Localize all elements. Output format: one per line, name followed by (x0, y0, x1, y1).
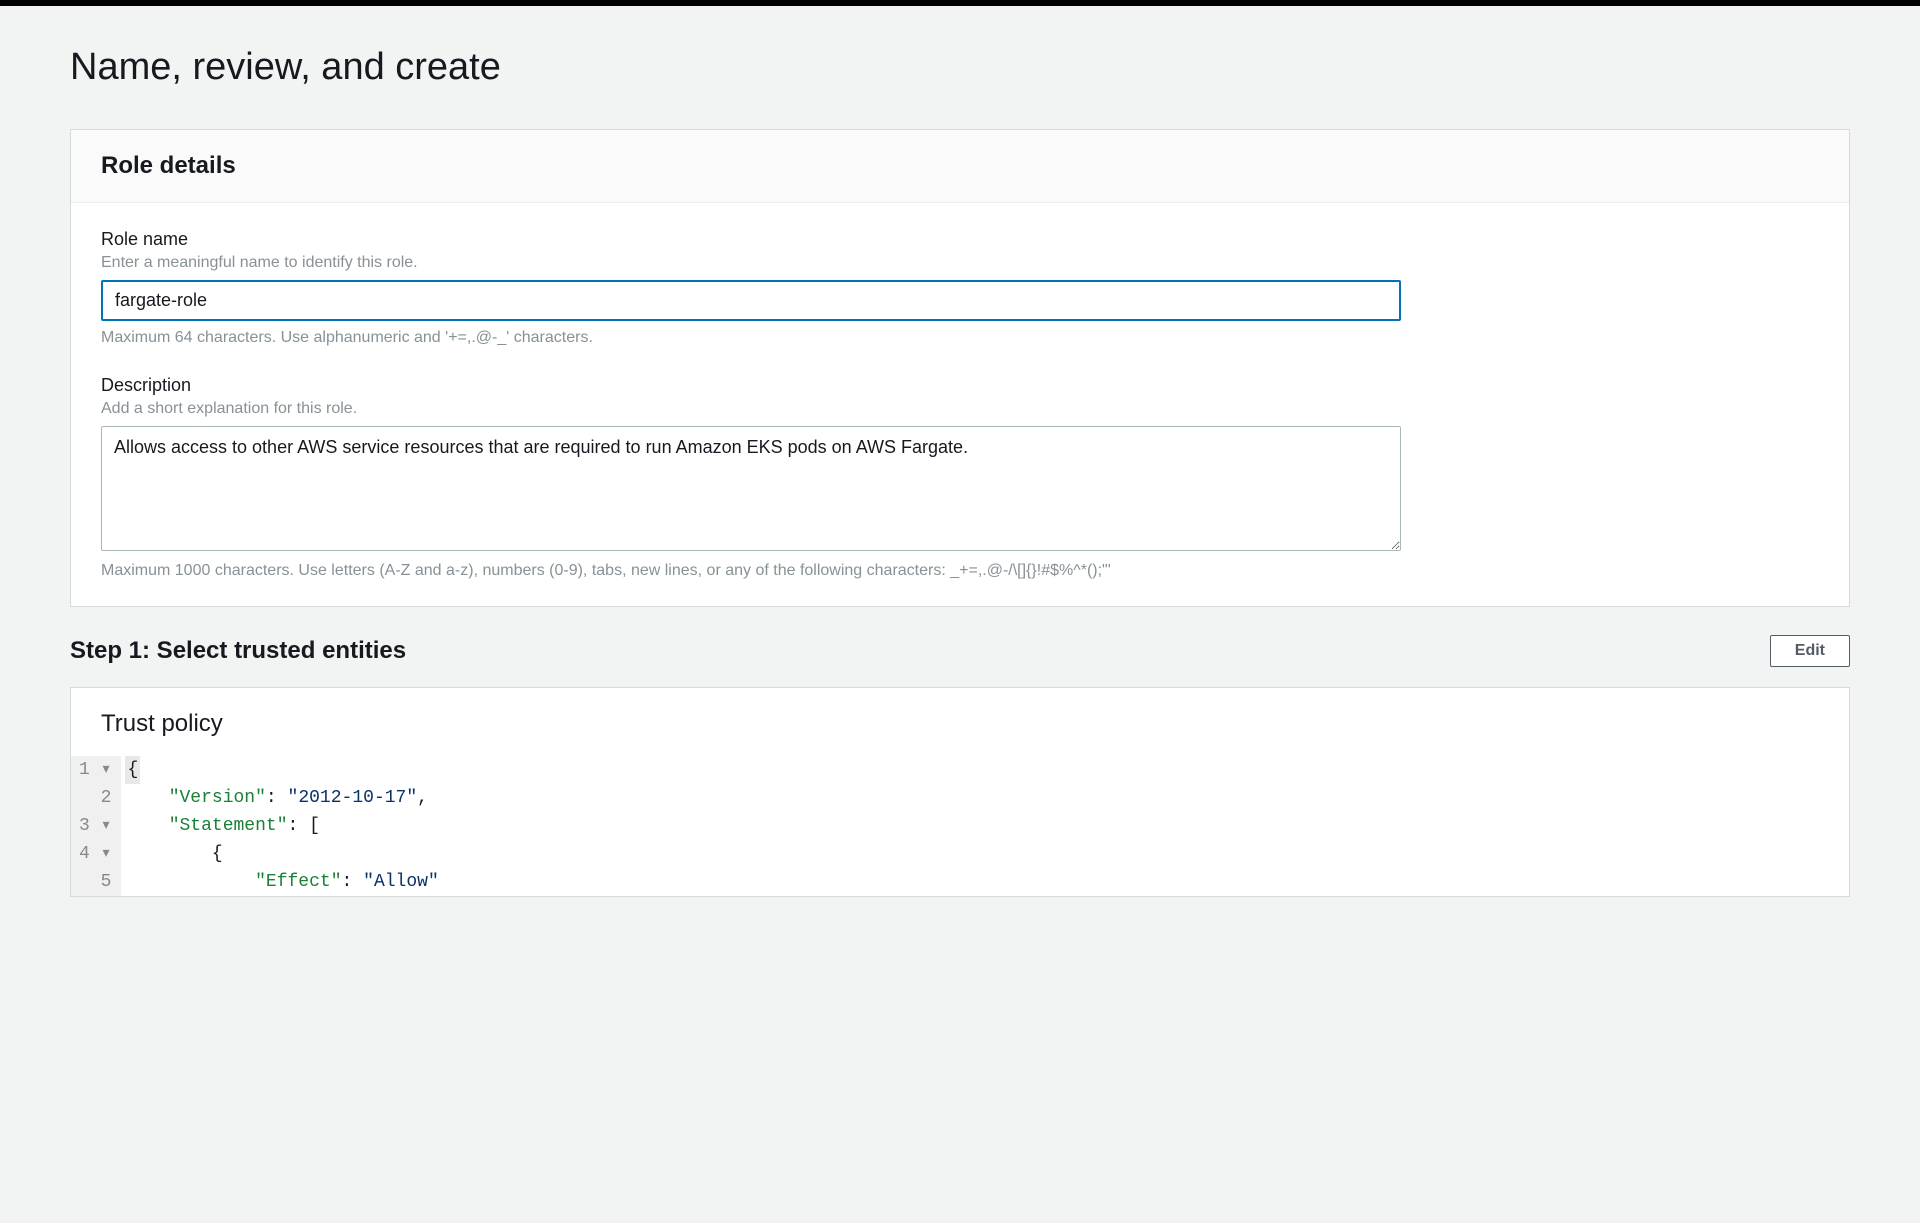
gutter-line-5: 5 (79, 868, 113, 896)
code-token: "Statement" (169, 816, 288, 836)
code-token: "Allow" (363, 872, 439, 892)
role-details-title: Role details (101, 152, 1819, 180)
step1-header-row: Step 1: Select trusted entities Edit (70, 635, 1850, 667)
edit-button[interactable]: Edit (1770, 635, 1850, 667)
description-label: Description (101, 375, 1819, 396)
role-name-constraint: Maximum 64 characters. Use alphanumeric … (101, 329, 1819, 347)
code-token: { (127, 760, 138, 780)
gutter-line-3: 3 ▾ (79, 812, 113, 840)
code-token: [ (309, 816, 320, 836)
code-content[interactable]: { "Version": "2012-10-17", "Statement": … (121, 756, 438, 896)
description-hint: Add a short explanation for this role. (101, 400, 1819, 418)
code-token: , (417, 788, 428, 808)
role-name-hint: Enter a meaningful name to identify this… (101, 254, 1819, 272)
gutter-line-1: 1 ▾ (79, 756, 113, 784)
code-token: "Effect" (255, 872, 341, 892)
step1-title: Step 1: Select trusted entities (70, 637, 406, 665)
code-token: : (266, 788, 277, 808)
role-details-body: Role name Enter a meaningful name to ide… (71, 203, 1849, 606)
role-name-input[interactable] (101, 280, 1401, 321)
code-token: { (212, 844, 223, 864)
role-name-label: Role name (101, 229, 1819, 250)
trust-policy-panel: Trust policy 1 ▾ 2 3 ▾ 4 ▾ 5 { "Version"… (70, 687, 1850, 897)
description-textarea[interactable] (101, 426, 1401, 551)
page-title: Name, review, and create (70, 46, 1850, 89)
role-name-group: Role name Enter a meaningful name to ide… (101, 229, 1819, 347)
description-group: Description Add a short explanation for … (101, 375, 1819, 580)
code-token: : (342, 872, 353, 892)
trust-policy-title: Trust policy (101, 710, 1819, 738)
code-token: "Version" (169, 788, 266, 808)
role-details-panel: Role details Role name Enter a meaningfu… (70, 129, 1850, 607)
role-details-header: Role details (71, 130, 1849, 203)
code-token: "2012-10-17" (288, 788, 418, 808)
gutter-line-4: 4 ▾ (79, 840, 113, 868)
page-container: Name, review, and create Role details Ro… (0, 6, 1920, 937)
description-constraint: Maximum 1000 characters. Use letters (A-… (101, 562, 1819, 580)
code-gutter: 1 ▾ 2 3 ▾ 4 ▾ 5 (71, 756, 121, 896)
code-editor[interactable]: 1 ▾ 2 3 ▾ 4 ▾ 5 { "Version": "2012-10-17… (71, 756, 1849, 896)
trust-policy-header: Trust policy (71, 688, 1849, 756)
code-token: : (288, 816, 299, 836)
gutter-line-2: 2 (79, 784, 113, 812)
